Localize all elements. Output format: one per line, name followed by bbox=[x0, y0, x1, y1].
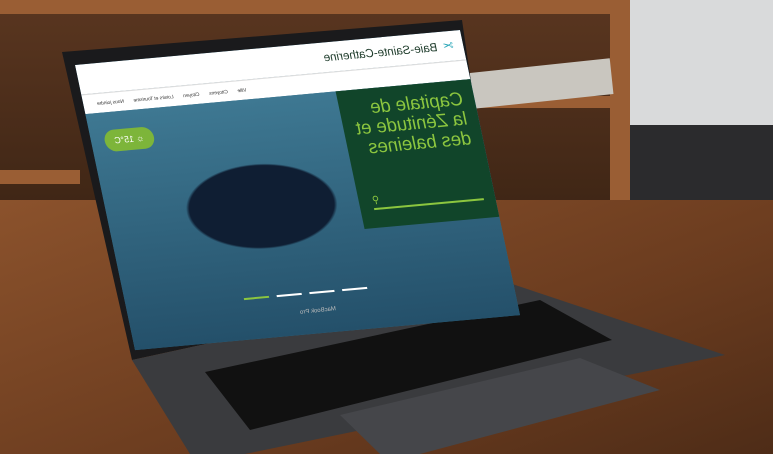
search-icon[interactable]: ⚲ bbox=[371, 195, 380, 206]
whale-tail-logo-icon: ✂ bbox=[441, 37, 455, 54]
hero-panel: Capitale de la Zénitude et des baleines … bbox=[335, 79, 500, 230]
slide-dot[interactable] bbox=[309, 289, 335, 295]
nav-item[interactable]: Citoyen bbox=[183, 91, 201, 98]
slider-indicators bbox=[243, 286, 368, 301]
slide-dot[interactable] bbox=[341, 286, 368, 292]
temperature: 15°C bbox=[113, 133, 135, 146]
nav-item[interactable]: Citoyens bbox=[208, 89, 228, 97]
slide-dot[interactable] bbox=[276, 292, 302, 298]
search-field[interactable]: ⚲ bbox=[371, 186, 485, 211]
nav-item[interactable]: Ville bbox=[237, 87, 247, 94]
laptop-screen: ✂ Baie-Sainte-Catherine Ville Citoyens C… bbox=[75, 30, 521, 351]
hero-title: Capitale de la Zénitude et des baleines bbox=[353, 89, 474, 159]
nav-item[interactable]: Loisirs et Tourisme bbox=[133, 94, 174, 104]
slide-dot-active[interactable] bbox=[243, 295, 270, 301]
site-logo[interactable]: Baie-Sainte-Catherine bbox=[322, 40, 439, 64]
website: ✂ Baie-Sainte-Catherine Ville Citoyens C… bbox=[75, 30, 521, 351]
weather-badge: ☼ 15°C bbox=[102, 126, 157, 153]
nav-item[interactable]: Nous joindre bbox=[96, 98, 124, 106]
